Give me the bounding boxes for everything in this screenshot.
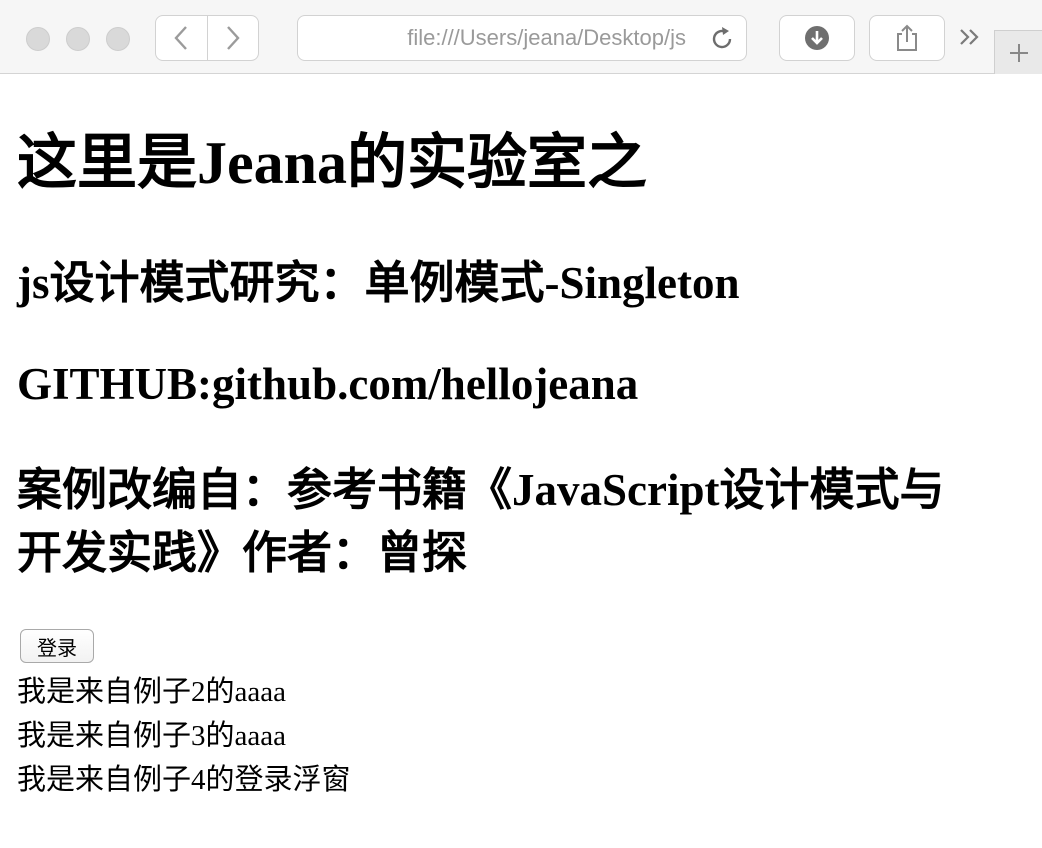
download-button[interactable] bbox=[779, 15, 855, 61]
reload-icon[interactable] bbox=[708, 25, 736, 53]
forward-button[interactable] bbox=[206, 16, 259, 60]
example-3-text: 我是来自例子3的aaaa bbox=[17, 720, 286, 752]
minimize-window-button[interactable] bbox=[66, 27, 90, 51]
source-line-1: 案例改编自：参考书籍《JavaScript设计模式与 bbox=[17, 465, 945, 515]
github-link-text: GITHUB:github.com/hellojeana bbox=[17, 359, 639, 409]
plus-icon bbox=[1009, 43, 1028, 62]
share-icon bbox=[897, 24, 917, 51]
chevron-left-icon bbox=[174, 26, 188, 50]
source-line-2: 开发实践》作者：曾探 bbox=[17, 528, 468, 578]
example-2-text: 我是来自例子2的aaaa bbox=[17, 676, 286, 708]
new-tab-button[interactable] bbox=[994, 30, 1042, 74]
url-text: file:///Users/jeana/Desktop/js bbox=[407, 25, 686, 50]
share-button[interactable] bbox=[869, 15, 945, 61]
example-4-text: 我是来自例子4的登录浮窗 bbox=[17, 764, 351, 796]
page-title: 这里是Jeana的实验室之 bbox=[17, 130, 647, 196]
login-button[interactable]: 登录 bbox=[20, 629, 94, 663]
page-subtitle: js设计模式研究：单例模式-Singleton bbox=[17, 258, 740, 308]
navigation-buttons bbox=[155, 15, 259, 61]
zoom-window-button[interactable] bbox=[106, 27, 130, 51]
address-bar[interactable]: file:///Users/jeana/Desktop/js bbox=[297, 15, 747, 61]
double-chevron-right-icon[interactable] bbox=[958, 24, 982, 50]
back-button[interactable] bbox=[156, 16, 207, 60]
close-window-button[interactable] bbox=[26, 27, 50, 51]
chevron-right-icon bbox=[226, 26, 240, 50]
browser-toolbar: file:///Users/jeana/Desktop/js bbox=[0, 0, 1042, 74]
download-icon bbox=[805, 26, 829, 50]
